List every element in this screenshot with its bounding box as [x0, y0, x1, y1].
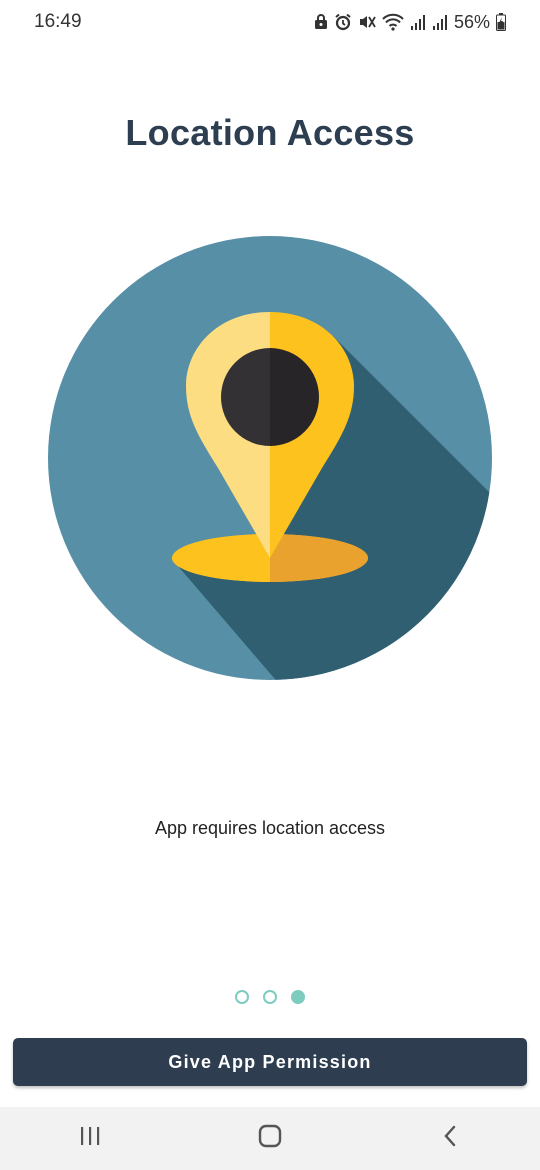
pager-indicator [0, 990, 540, 1004]
pager-dot[interactable] [235, 990, 249, 1004]
pager-dot-active[interactable] [291, 990, 305, 1004]
location-pin-illustration [48, 236, 492, 680]
recent-apps-icon [79, 1126, 101, 1151]
status-time: 16:49 [34, 11, 82, 32]
back-button[interactable] [420, 1114, 480, 1164]
system-nav-bar [0, 1107, 540, 1170]
recent-apps-button[interactable] [60, 1114, 120, 1164]
status-bar: 16:49 56% [0, 0, 540, 44]
lock-icon [314, 14, 328, 30]
status-icons: 56% [314, 12, 506, 33]
back-icon [442, 1125, 458, 1152]
page-title: Location Access [125, 112, 415, 153]
screen: 16:49 56% Location Access App requires l… [0, 0, 540, 1170]
wifi-icon [382, 13, 404, 31]
battery-charging-icon [496, 13, 506, 31]
pager-dot[interactable] [263, 990, 277, 1004]
give-permission-button[interactable]: Give App Permission [13, 1038, 527, 1086]
home-icon [258, 1124, 282, 1153]
signal-icon [432, 14, 448, 30]
home-button[interactable] [240, 1114, 300, 1164]
alarm-icon [334, 13, 352, 31]
description-text: App requires location access [154, 818, 386, 838]
battery-percent: 56% [453, 11, 490, 32]
mute-icon [358, 13, 376, 31]
signal-icon [410, 14, 426, 30]
